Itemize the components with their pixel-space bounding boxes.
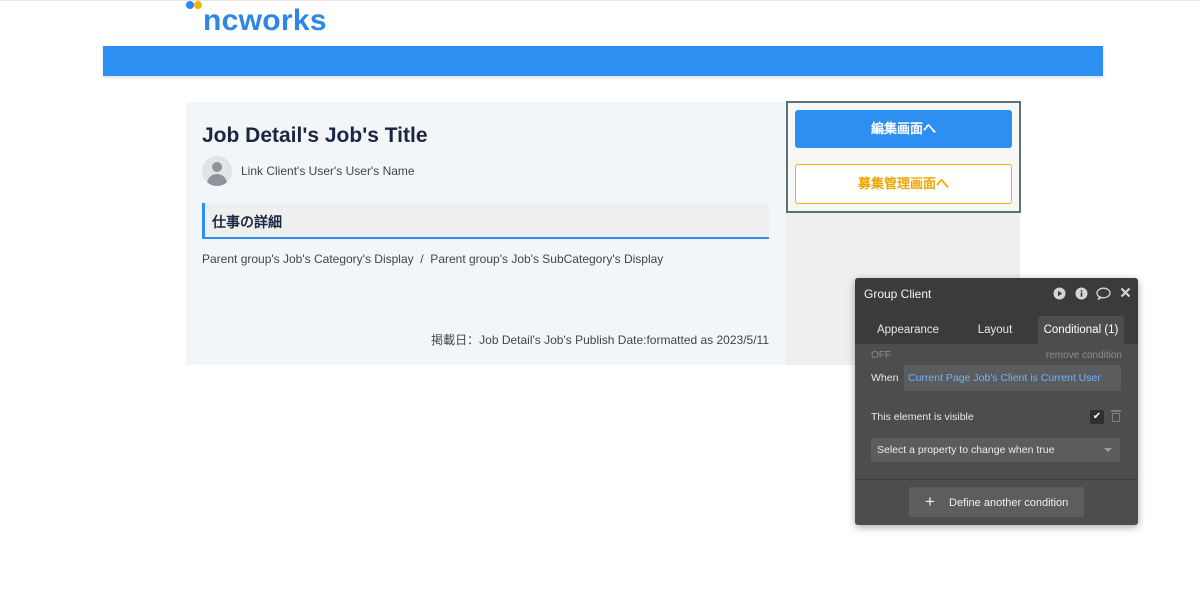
tab-layout[interactable]: Layout	[962, 316, 1028, 344]
top-border	[0, 0, 1200, 1]
header-bar	[103, 46, 1103, 76]
plus-icon: +	[925, 492, 935, 511]
edit-button[interactable]: 編集画面へ	[795, 110, 1012, 148]
inspector-title: Group Client	[864, 287, 932, 301]
visible-property-label: This element is visible	[871, 411, 974, 423]
group-client[interactable]: 編集画面へ 募集管理画面へ	[786, 101, 1021, 213]
tab-conditional[interactable]: Conditional (1)	[1038, 316, 1124, 344]
when-expression-text: Current Page Job's Client is Current Use…	[908, 372, 1101, 384]
visible-checkbox[interactable]: ✔	[1090, 410, 1104, 424]
play-icon[interactable]	[1052, 287, 1066, 301]
when-expression-field[interactable]: Current Page Job's Client is Current Use…	[904, 365, 1121, 391]
category-line: Parent group's Job's Category's Display …	[202, 252, 664, 266]
condition-off-toggle[interactable]: OFF	[871, 350, 891, 361]
property-select-dropdown[interactable]: Select a property to change when true	[871, 438, 1120, 462]
define-another-condition-button[interactable]: + Define another condition	[909, 487, 1084, 517]
logo-text: ncworks	[203, 4, 327, 37]
close-icon[interactable]	[1118, 287, 1132, 301]
property-select-text: Select a property to change when true	[877, 444, 1055, 456]
comment-icon[interactable]	[1096, 287, 1111, 301]
inspector-tabs: Appearance Layout Conditional (1)	[855, 310, 1138, 344]
define-button-label: Define another condition	[949, 497, 1069, 509]
avatar	[202, 156, 232, 186]
logo-dots-icon	[185, 0, 205, 12]
job-title: Job Detail's Job's Title	[202, 124, 428, 147]
when-label: When	[871, 372, 899, 384]
client-user-name: Link Client's User's User's Name	[241, 164, 415, 178]
inspector-header[interactable]: Group Client	[855, 278, 1138, 310]
chevron-down-icon	[1104, 448, 1112, 452]
trash-icon[interactable]	[1111, 409, 1121, 423]
section-heading-text: 仕事の詳細	[212, 214, 282, 230]
remove-condition-link[interactable]: remove condition	[1046, 350, 1122, 361]
publish-date: 掲載日：Job Detail's Job's Publish Date:form…	[431, 333, 769, 347]
tab-appearance[interactable]: Appearance	[864, 316, 952, 344]
inspector-panel: Group Client Appearance Layout Condition…	[855, 278, 1138, 525]
job-detail-card: Job Detail's Job's Title Link Client's U…	[186, 102, 786, 365]
divider	[855, 479, 1138, 480]
section-heading: 仕事の詳細	[202, 203, 769, 239]
info-icon[interactable]	[1074, 287, 1088, 301]
manage-recruitment-button[interactable]: 募集管理画面へ	[795, 164, 1012, 204]
